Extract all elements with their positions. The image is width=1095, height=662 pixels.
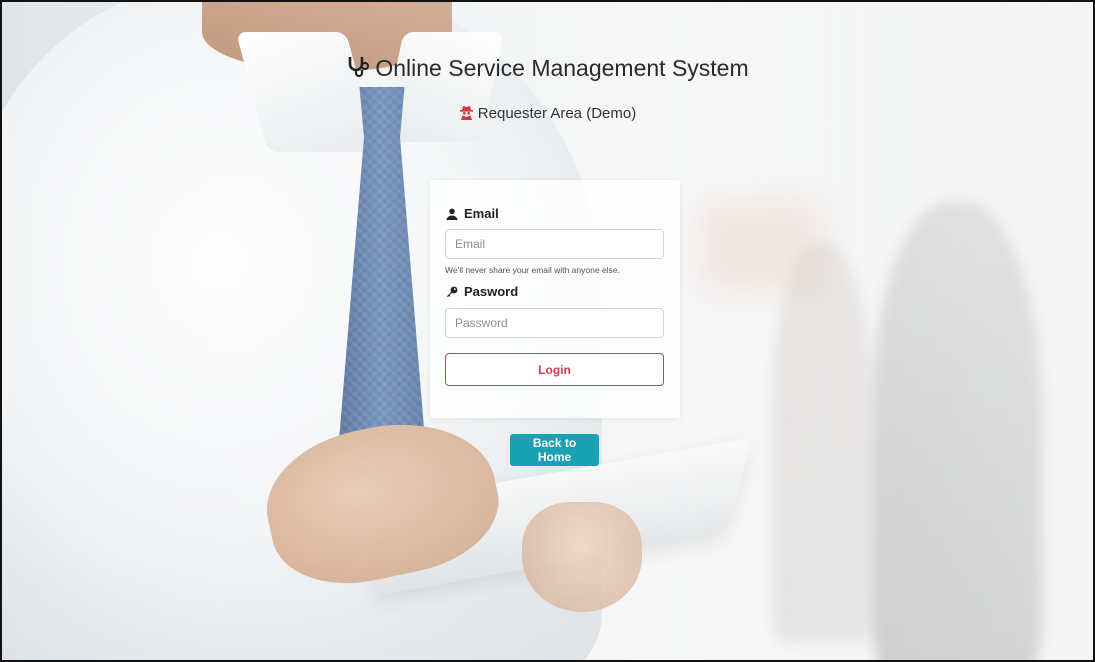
password-label-text: Pasword — [464, 284, 519, 299]
page-subtitle-text: Requester Area (Demo) — [477, 105, 637, 122]
email-label: Email — [446, 206, 499, 221]
key-icon — [447, 286, 458, 297]
page-title: Online Service Management System — [2, 54, 1093, 82]
login-button[interactable]: Login — [445, 353, 664, 386]
login-card: Email We'll never share your email with … — [430, 180, 680, 418]
page-frame: Online Service Management System Request… — [0, 0, 1095, 662]
email-field[interactable] — [445, 229, 664, 259]
page-subtitle: Requester Area (Demo) — [2, 105, 1093, 122]
password-label: Pasword — [446, 284, 518, 299]
user-secret-icon — [459, 105, 474, 120]
user-icon — [446, 208, 458, 220]
password-field[interactable] — [445, 308, 664, 338]
email-label-text: Email — [464, 206, 499, 221]
page-title-text: Online Service Management System — [375, 55, 749, 81]
stethoscope-icon — [346, 54, 370, 78]
email-help-text: We'll never share your email with anyone… — [445, 265, 620, 275]
back-to-home-button[interactable]: Back to Home — [510, 434, 599, 466]
